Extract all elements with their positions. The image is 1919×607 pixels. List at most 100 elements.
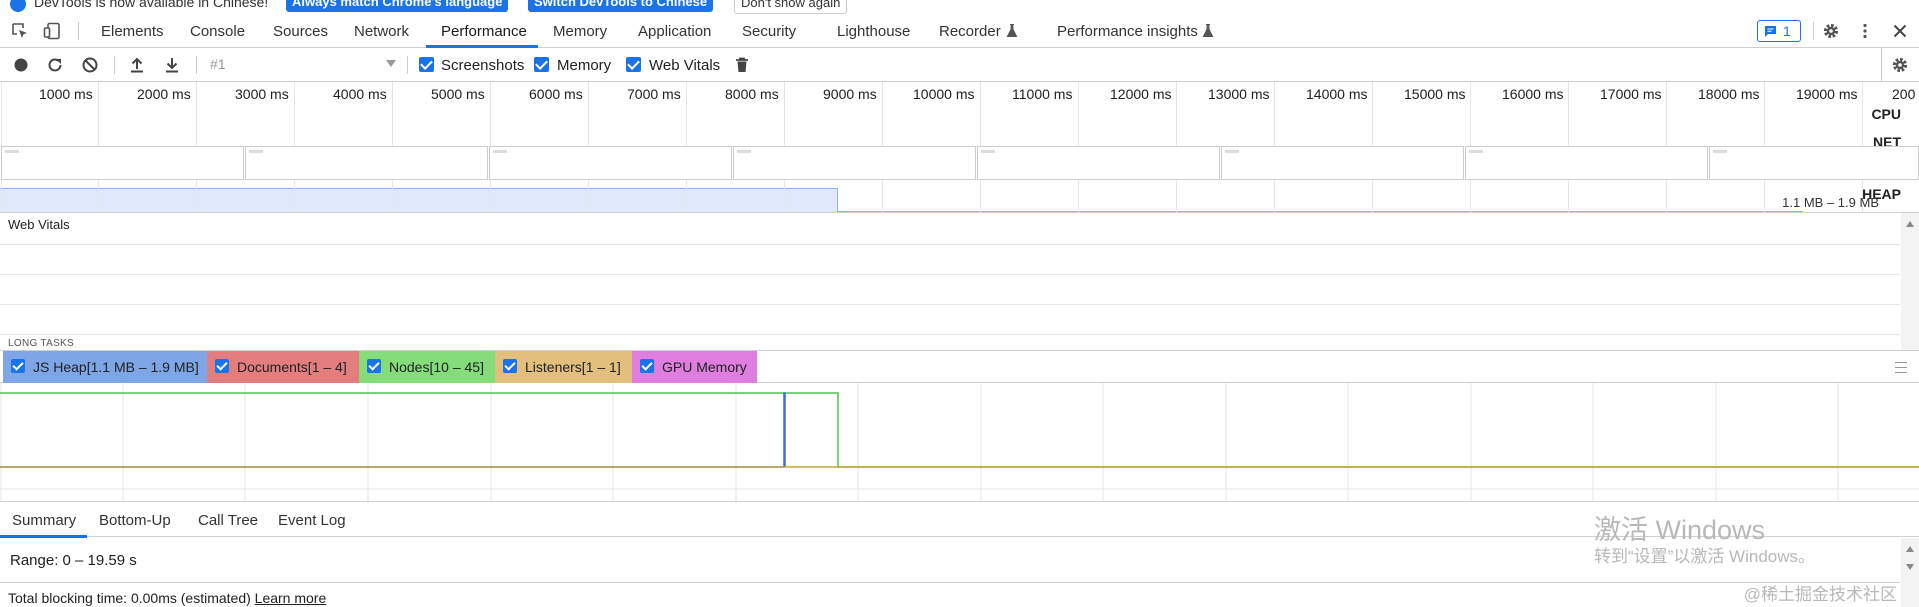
counter-gpu-memory[interactable]: GPU Memory xyxy=(632,351,757,383)
js-heap-label: JS Heap[1.1 MB – 1.9 MB] xyxy=(33,359,199,375)
tab-event-log[interactable]: Event Log xyxy=(278,512,346,529)
infobar-message: DevTools is now available in Chinese! xyxy=(34,0,269,10)
dropdown-arrow-icon[interactable] xyxy=(386,60,396,68)
time-label: 6000 ms xyxy=(529,86,583,102)
learn-more-link[interactable]: Learn more xyxy=(255,590,327,606)
gpu-memory-label: GPU Memory xyxy=(662,359,747,375)
record-icon[interactable] xyxy=(12,56,30,74)
tab-memory[interactable]: Memory xyxy=(553,23,607,40)
tab-bottom-up[interactable]: Bottom-Up xyxy=(99,512,171,529)
js-heap-series-line xyxy=(0,392,786,468)
timeline-overview[interactable]: 1000 ms 2000 ms 3000 ms 4000 ms 5000 ms … xyxy=(0,82,1919,212)
screenshot-thumb xyxy=(1709,146,1919,180)
tab-call-tree[interactable]: Call Tree xyxy=(198,512,258,529)
tab-sources[interactable]: Sources xyxy=(273,23,328,40)
reload-record-icon[interactable] xyxy=(46,56,64,74)
time-label: 17000 ms xyxy=(1600,86,1662,102)
device-toolbar-icon[interactable] xyxy=(43,22,61,40)
heap-range: 1.1 MB – 1.9 MB xyxy=(1782,195,1879,210)
recording-select[interactable]: #1 xyxy=(210,56,226,72)
divider xyxy=(1813,22,1814,40)
dont-show-again-button[interactable]: Don't show again xyxy=(734,0,848,14)
nodes-series-line xyxy=(0,392,1919,468)
js-heap-checkbox[interactable] xyxy=(11,359,25,373)
time-label: 8000 ms xyxy=(725,86,779,102)
clear-icon[interactable] xyxy=(81,56,99,74)
screenshot-thumb xyxy=(1465,146,1708,180)
documents-label: Documents[1 – 4] xyxy=(237,359,347,375)
details-scrollbar[interactable] xyxy=(1901,538,1919,607)
issues-message-icon xyxy=(1765,26,1776,37)
tab-performance-insights[interactable]: Performance insights xyxy=(1057,23,1198,40)
time-label: 16000 ms xyxy=(1502,86,1564,102)
load-profile-icon[interactable] xyxy=(128,56,146,74)
counter-documents[interactable]: Documents[1 – 4] xyxy=(207,351,359,383)
counter-js-heap[interactable]: JS Heap[1.1 MB – 1.9 MB] xyxy=(3,351,207,383)
nodes-checkbox[interactable] xyxy=(367,359,381,373)
screenshot-thumb xyxy=(489,146,732,180)
more-options-icon[interactable] xyxy=(1856,22,1874,40)
counter-nodes[interactable]: Nodes[10 – 45] xyxy=(359,351,495,383)
close-icon[interactable] xyxy=(1891,22,1909,40)
time-label: 1000 ms xyxy=(39,86,93,102)
long-tasks-label: LONG TASKS xyxy=(8,338,74,349)
total-blocking-time-text: Total blocking time: 0.00ms (estimated) xyxy=(8,590,251,606)
divider xyxy=(196,56,197,74)
scroll-down-arrow-icon[interactable] xyxy=(1906,564,1914,570)
screenshots-checkbox[interactable] xyxy=(419,57,434,72)
tab-console[interactable]: Console xyxy=(190,23,245,40)
memory-label: Memory xyxy=(557,57,612,74)
inspect-element-icon[interactable] xyxy=(11,22,29,40)
web-vitals-label: Web Vitals xyxy=(649,57,721,74)
trash-icon[interactable] xyxy=(733,56,751,74)
screenshot-thumb xyxy=(733,146,976,180)
time-label: 13000 ms xyxy=(1208,86,1270,102)
time-label: 9000 ms xyxy=(823,86,877,102)
main-tab-bar: Elements Console Sources Network Perform… xyxy=(0,14,1919,48)
divider xyxy=(78,22,79,40)
active-bottom-tab-indicator xyxy=(0,535,87,538)
gpu-memory-checkbox[interactable] xyxy=(640,359,654,373)
tab-application[interactable]: Application xyxy=(638,23,711,40)
screenshot-thumb xyxy=(977,146,1220,180)
save-profile-icon[interactable] xyxy=(163,56,181,74)
documents-checkbox[interactable] xyxy=(215,359,229,373)
switch-chinese-button[interactable]: Switch DevTools to Chinese xyxy=(528,0,714,12)
vertical-scrollbar[interactable] xyxy=(1901,213,1919,351)
counter-listeners[interactable]: Listeners[1 – 1] xyxy=(495,351,632,383)
resize-handle-icon[interactable] xyxy=(1895,362,1907,373)
tab-elements[interactable]: Elements xyxy=(101,23,164,40)
listeners-checkbox[interactable] xyxy=(503,359,517,373)
memory-counter-graph[interactable] xyxy=(0,383,1919,501)
tab-summary[interactable]: Summary xyxy=(12,512,76,529)
total-blocking-time: Total blocking time: 0.00ms (estimated) … xyxy=(8,590,326,606)
scroll-up-arrow-icon[interactable] xyxy=(1906,221,1914,227)
counter-graph-svg xyxy=(0,383,1919,501)
scroll-up-arrow-icon[interactable] xyxy=(1906,546,1914,552)
performance-toolbar: #1 Screenshots Memory Web Vitals xyxy=(0,48,1919,82)
tab-recorder[interactable]: Recorder xyxy=(939,23,1001,40)
time-label: 12000 ms xyxy=(1110,86,1172,102)
heap-area xyxy=(0,188,838,212)
time-label: 11000 ms xyxy=(1012,86,1073,102)
time-label: 19000 ms xyxy=(1796,86,1858,102)
memory-counters-bar: JS Heap[1.1 MB – 1.9 MB] Documents[1 – 4… xyxy=(0,350,1919,383)
web-vitals-checkbox[interactable] xyxy=(626,57,641,72)
nodes-label: Nodes[10 – 45] xyxy=(389,359,484,375)
issues-badge[interactable]: 1 xyxy=(1757,20,1801,42)
web-vitals-track[interactable]: Web Vitals LONG TASKS xyxy=(0,212,1919,351)
match-language-button[interactable]: Always match Chrome's language xyxy=(286,0,509,12)
settings-gear-icon[interactable] xyxy=(1822,22,1840,40)
memory-checkbox[interactable] xyxy=(534,57,549,72)
tab-security[interactable]: Security xyxy=(742,23,796,40)
time-label: 2000 ms xyxy=(137,86,191,102)
issues-count: 1 xyxy=(1783,23,1791,39)
divider xyxy=(114,56,115,74)
capture-settings-gear-icon[interactable] xyxy=(1891,56,1909,74)
screenshot-thumb xyxy=(1,146,244,180)
range-text: Range: 0 – 19.59 s xyxy=(10,552,137,569)
tab-network[interactable]: Network xyxy=(354,23,409,40)
tab-lighthouse[interactable]: Lighthouse xyxy=(837,23,910,40)
tab-performance[interactable]: Performance xyxy=(441,23,527,40)
divider xyxy=(0,582,1900,583)
